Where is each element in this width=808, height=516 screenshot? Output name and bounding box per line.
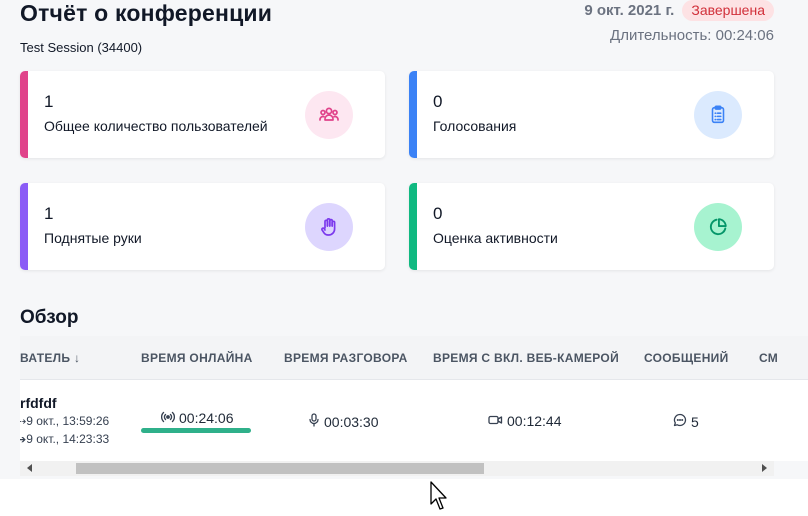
leave-time: ➔9 окт., 14:23:33 [20,432,109,446]
scroll-right-arrow-icon[interactable] [762,464,767,472]
users-icon [305,91,353,139]
clipboard-icon [694,91,742,139]
card-accent-bar [409,183,417,270]
broadcast-icon [160,410,176,426]
talk-time-value: 00:03:30 [324,413,379,430]
stat-card-users: 1 Общее количество пользователей [20,71,385,158]
user-name: rfdfdf [20,395,57,411]
stat-card-activity-score: 0 Оценка активности [409,183,774,270]
messages-value: 5 [691,413,699,430]
meeting-date: 9 окт. 2021 г. [584,2,675,19]
hand-icon [305,203,353,251]
status-badge: Завершена [682,0,774,21]
column-header-user[interactable]: ВАТЕЛЬ ↓ [20,351,80,365]
table-header: ВАТЕЛЬ ↓ ВРЕМЯ ОНЛАЙНА ВРЕМЯ РАЗГОВОРА В… [20,336,808,380]
stat-value: 0 [433,92,443,111]
stat-label: Поднятые руки [44,230,142,246]
online-progress-bar [141,428,251,433]
stat-card-polls: 0 Голосования [409,71,774,158]
microphone-icon [308,413,320,430]
join-time: ⇢9 окт., 13:59:26 [20,414,109,428]
table-row[interactable]: rfdfdf ⇢9 окт., 13:59:26 ➔9 окт., 14:23:… [20,380,808,461]
page-title: Отчёт о конференции [20,0,273,26]
online-time-cell: 00:24:06 [160,410,234,426]
session-name: Test Session (34400) [20,40,143,55]
overview-title: Обзор [20,307,79,328]
column-header-webcam-time[interactable]: ВРЕМЯ С ВКЛ. ВЕБ-КАМЕРОЙ [433,351,619,365]
scrollbar-thumb[interactable] [76,463,484,474]
card-accent-bar [20,183,28,270]
card-accent-bar [20,71,28,158]
stat-value: 1 [44,204,54,223]
column-header-online-time[interactable]: ВРЕМЯ ОНЛАЙНА [141,351,253,365]
stat-label: Оценка активности [433,230,558,246]
messages-cell: 5 [673,413,699,430]
column-header-messages[interactable]: СООБЩЕНИЙ [644,351,729,365]
header-meta: 9 окт. 2021 г. Завершена [584,0,774,21]
webcam-time-cell: 00:12:44 [488,413,562,429]
stat-value: 0 [433,204,443,223]
column-header-more[interactable]: СМ [759,351,778,365]
online-time-value: 00:24:06 [179,410,234,426]
horizontal-scrollbar[interactable] [20,461,774,476]
pie-chart-icon [694,203,742,251]
scroll-left-arrow-icon[interactable] [27,464,32,472]
stat-card-raised-hands: 1 Поднятые руки [20,183,385,270]
stat-value: 1 [44,92,54,111]
card-accent-bar [409,71,417,158]
webcam-time-value: 00:12:44 [507,413,562,429]
chat-bubble-icon [673,413,687,430]
talk-time-cell: 00:03:30 [308,413,379,430]
overview-table: ВАТЕЛЬ ↓ ВРЕМЯ ОНЛАЙНА ВРЕМЯ РАЗГОВОРА В… [20,336,808,461]
mouse-cursor-icon [430,481,450,516]
meeting-duration: Длительность: 00:24:06 [610,27,774,44]
stat-label: Голосования [433,118,517,134]
column-header-talk-time[interactable]: ВРЕМЯ РАЗГОВОРА [284,351,408,365]
video-camera-icon [488,413,503,429]
stat-label: Общее количество пользователей [44,118,268,134]
